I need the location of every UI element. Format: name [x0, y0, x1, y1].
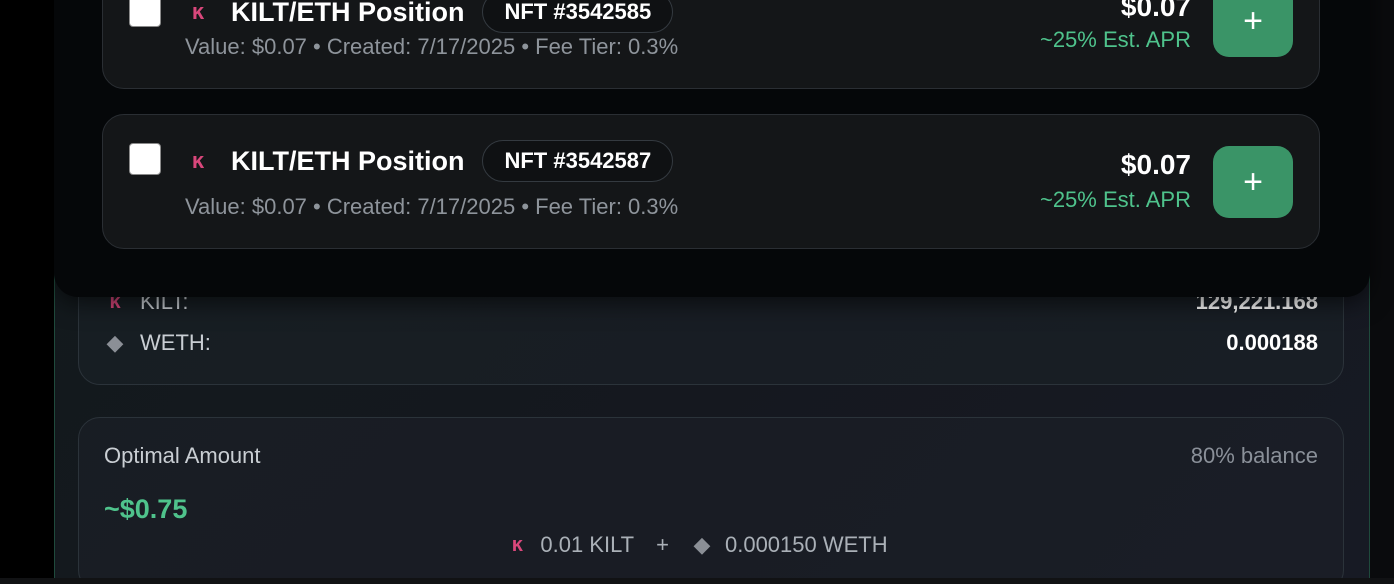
optimal-amount-hint: 80% balance: [1190, 443, 1318, 468]
position-meta: Value: $0.07 • Created: 7/17/2025 • Fee …: [185, 194, 679, 219]
optimal-amount-value: ~$0.75: [104, 494, 188, 524]
balance-label-weth: WETH:: [140, 330, 211, 355]
position-apr: ~25% Est. APR: [1039, 187, 1191, 212]
add-position-button[interactable]: +: [1213, 146, 1293, 218]
position-value: $0.07: [1120, 0, 1191, 22]
plus-sign: +: [656, 532, 669, 557]
plus-icon: +: [1243, 162, 1263, 201]
balance-row-weth: ◆ WETH: 0.000188: [104, 328, 1318, 358]
kilt-token-icon: ĸ: [511, 533, 523, 556]
position-card[interactable]: ĸ KILT/ETH Position NFT #3542587 Value: …: [102, 114, 1320, 249]
nft-badge: NFT #3542587: [482, 140, 674, 182]
eth-token-icon: ◆: [693, 532, 711, 557]
optimal-amount-label: Optimal Amount: [104, 443, 261, 468]
position-title: KILT/ETH Position: [231, 145, 465, 176]
position-title-row: ĸ KILT/ETH Position NFT #3542585: [187, 0, 674, 33]
position-apr: ~25% Est. APR: [1039, 27, 1191, 52]
optimal-amount-breakdown: ĸ 0.01 KILT + ◆ 0.000150 WETH: [0, 532, 1394, 558]
left-rail: [0, 0, 54, 584]
kilt-token-icon: ĸ: [191, 148, 205, 173]
optimal-amount-box[interactable]: [78, 417, 1344, 584]
nft-badge: NFT #3542585: [482, 0, 674, 33]
position-title-row: ĸ KILT/ETH Position NFT #3542587: [187, 140, 674, 182]
add-position-button[interactable]: +: [1213, 0, 1293, 57]
balance-value-weth: 0.000188: [1226, 330, 1318, 355]
bottom-strip: [0, 578, 1394, 584]
position-checkbox[interactable]: [129, 0, 161, 27]
position-title: KILT/ETH Position: [231, 0, 465, 27]
kilt-token-icon: ĸ: [191, 0, 205, 24]
position-meta: Value: $0.07 • Created: 7/17/2025 • Fee …: [185, 34, 679, 59]
optimal-kilt-part: 0.01 KILT: [540, 532, 635, 557]
optimal-weth-part: 0.000150 WETH: [724, 532, 888, 557]
position-card[interactable]: ĸ KILT/ETH Position NFT #3542585 Value: …: [102, 0, 1320, 89]
eth-token-icon: ◆: [106, 330, 124, 355]
position-value: $0.07: [1120, 149, 1191, 180]
position-checkbox[interactable]: [129, 143, 161, 175]
plus-icon: +: [1243, 1, 1263, 40]
